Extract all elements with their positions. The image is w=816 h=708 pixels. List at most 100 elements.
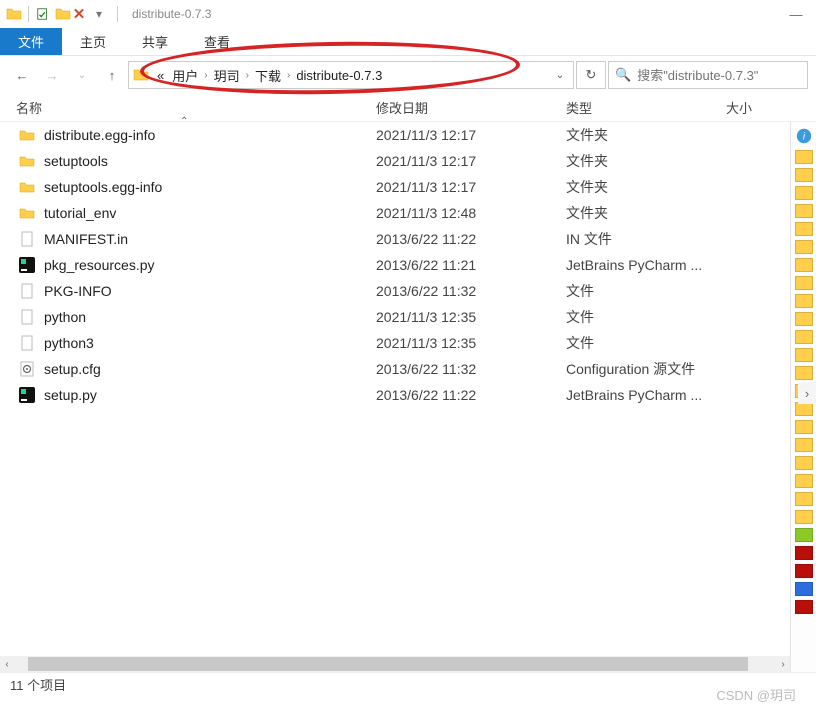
info-icon[interactable]: i <box>794 126 814 146</box>
qat-folder-icon[interactable] <box>55 6 71 22</box>
breadcrumb-prefix[interactable]: « <box>153 68 168 83</box>
mini-thumb <box>795 330 813 344</box>
table-row[interactable]: PKG-INFO2013/6/22 11:32文件 <box>0 278 788 304</box>
mini-thumb <box>795 240 813 254</box>
table-row[interactable]: setup.cfg2013/6/22 11:32Configuration 源文… <box>0 356 788 382</box>
table-row[interactable]: setuptools2021/11/3 12:17文件夹 <box>0 148 788 174</box>
up-button[interactable]: ↑ <box>98 61 126 89</box>
search-input[interactable] <box>637 68 813 83</box>
pycharm-icon <box>18 386 36 404</box>
back-button[interactable]: ← <box>8 61 36 89</box>
file-icon <box>18 230 36 248</box>
table-row[interactable]: python32021/11/3 12:35文件 <box>0 330 788 356</box>
table-row[interactable]: MANIFEST.in2013/6/22 11:22IN 文件 <box>0 226 788 252</box>
scroll-right-icon[interactable]: › <box>776 659 790 670</box>
folder-icon <box>6 6 22 22</box>
file-tab[interactable]: 文件 <box>0 28 62 55</box>
header-name[interactable]: 名称 <box>16 98 376 117</box>
mini-thumb <box>795 564 813 578</box>
mini-thumb <box>795 492 813 506</box>
header-size[interactable]: 大小 <box>726 98 786 117</box>
table-row[interactable]: python2021/11/3 12:35文件 <box>0 304 788 330</box>
table-row[interactable]: distribute.egg-info2021/11/3 12:17文件夹 <box>0 122 788 148</box>
cfg-icon <box>18 360 36 378</box>
file-type: JetBrains PyCharm ... <box>566 257 746 273</box>
address-dropdown-icon[interactable]: ⌄ <box>551 70 569 81</box>
file-date: 2021/11/3 12:17 <box>376 153 566 169</box>
table-row[interactable]: pkg_resources.py2013/6/22 11:21JetBrains… <box>0 252 788 278</box>
file-icon <box>18 282 36 300</box>
mini-thumb <box>795 366 813 380</box>
file-date: 2013/6/22 11:21 <box>376 257 566 273</box>
scroll-right-button[interactable]: › <box>798 382 816 404</box>
chevron-right-icon: › <box>202 70 209 81</box>
scrollbar-thumb[interactable] <box>28 657 748 671</box>
recent-dropdown[interactable]: ⌄ <box>68 61 96 89</box>
content-area: distribute.egg-info2021/11/3 12:17文件夹set… <box>0 122 816 672</box>
ribbon: 文件 主页 共享 查看 <box>0 28 816 56</box>
file-icon <box>18 308 36 326</box>
column-headers: 名称 修改日期 类型 大小 ⌃ <box>0 94 816 122</box>
mini-thumb <box>795 186 813 200</box>
file-date: 2021/11/3 12:17 <box>376 179 566 195</box>
file-type: 文件 <box>566 333 746 353</box>
address-bar[interactable]: « 用户 › 玥司 › 下载 › distribute-0.7.3 ⌄ <box>128 61 574 89</box>
breadcrumb-item[interactable]: 下载 <box>251 66 285 85</box>
table-row[interactable]: setup.py2013/6/22 11:22JetBrains PyCharm… <box>0 382 788 408</box>
mini-thumb <box>795 312 813 326</box>
horizontal-scrollbar[interactable]: ‹ › <box>0 656 790 672</box>
separator <box>28 6 29 22</box>
file-name: python <box>44 309 376 325</box>
mini-thumb <box>795 276 813 290</box>
scroll-left-icon[interactable]: ‹ <box>0 659 14 670</box>
tab-view[interactable]: 查看 <box>186 28 248 55</box>
file-type: Configuration 源文件 <box>566 359 746 379</box>
file-name: setuptools.egg-info <box>44 179 376 195</box>
file-name: PKG-INFO <box>44 283 376 299</box>
qat-properties-icon[interactable] <box>35 6 51 22</box>
mini-thumb <box>795 222 813 236</box>
file-type: 文件夹 <box>566 151 746 171</box>
tab-home[interactable]: 主页 <box>62 28 124 55</box>
file-name: MANIFEST.in <box>44 231 376 247</box>
breadcrumb-item[interactable]: 玥司 <box>210 66 244 85</box>
breadcrumb-item[interactable]: 用户 <box>168 66 202 85</box>
qat-close-icon[interactable]: ✕ <box>71 6 87 22</box>
status-text: 11 个项目 <box>10 675 66 694</box>
table-row[interactable]: tutorial_env2021/11/3 12:48文件夹 <box>0 200 788 226</box>
refresh-button[interactable]: ↻ <box>576 61 606 89</box>
header-date[interactable]: 修改日期 <box>376 98 566 117</box>
mini-thumb <box>795 258 813 272</box>
mini-thumb <box>795 402 813 416</box>
window-title: distribute-0.7.3 <box>132 7 211 21</box>
file-date: 2021/11/3 12:17 <box>376 127 566 143</box>
file-name: setup.py <box>44 387 376 403</box>
mini-thumb <box>795 456 813 470</box>
nav-row: ← → ⌄ ↑ « 用户 › 玥司 › 下载 › distribute-0.7.… <box>0 56 816 94</box>
watermark: CSDN @玥司 <box>716 685 796 704</box>
folder-icon <box>18 178 36 196</box>
tab-share[interactable]: 共享 <box>124 28 186 55</box>
status-bar: 11 个项目 <box>0 672 816 696</box>
mini-thumb <box>795 546 813 560</box>
file-type: 文件夹 <box>566 177 746 197</box>
qat-dropdown-icon[interactable]: ▾ <box>91 6 107 22</box>
mini-thumb <box>795 204 813 218</box>
file-date: 2013/6/22 11:22 <box>376 231 566 247</box>
file-list: distribute.egg-info2021/11/3 12:17文件夹set… <box>0 122 788 656</box>
file-type: JetBrains PyCharm ... <box>566 387 746 403</box>
mini-thumb <box>795 474 813 488</box>
table-row[interactable]: setuptools.egg-info2021/11/3 12:17文件夹 <box>0 174 788 200</box>
breadcrumb-item[interactable]: distribute-0.7.3 <box>292 68 386 83</box>
file-name: setuptools <box>44 153 376 169</box>
mini-thumb <box>795 294 813 308</box>
header-type[interactable]: 类型 <box>566 98 726 117</box>
search-box[interactable]: 🔍 <box>608 61 808 89</box>
mini-thumb <box>795 528 813 542</box>
search-icon: 🔍 <box>615 67 631 83</box>
mini-thumb <box>795 600 813 614</box>
file-date: 2013/6/22 11:32 <box>376 361 566 377</box>
forward-button[interactable]: → <box>38 61 66 89</box>
minimize-button[interactable]: — <box>776 0 816 28</box>
folder-icon <box>18 204 36 222</box>
